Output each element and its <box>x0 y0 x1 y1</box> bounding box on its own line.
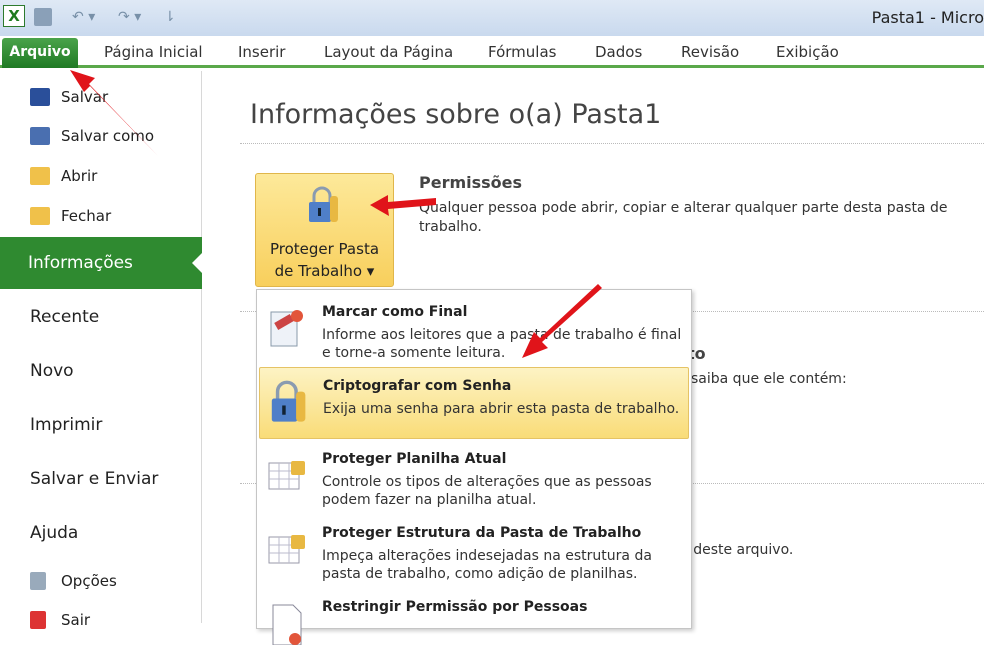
lock-key-icon <box>271 380 306 422</box>
tab-inserir[interactable]: Inserir <box>238 43 285 61</box>
menu-item-title: Criptografar com Senha <box>323 378 512 394</box>
menu-salvar[interactable]: Salvar <box>61 88 108 106</box>
chevron-down-icon: ▾ <box>134 9 142 25</box>
protect-dropdown-menu: Marcar como Final Informe aos leitores q… <box>256 289 692 645</box>
save-icon <box>30 88 50 106</box>
permissions-title: Permissões <box>419 173 523 192</box>
tab-revisao[interactable]: Revisão <box>681 43 739 61</box>
backstage-sidebar: Salvar Salvar como Abrir Fechar Informaç… <box>0 71 202 629</box>
menu-item-desc: Controle os tipos de alterações que as p… <box>322 474 652 508</box>
tab-pagina-inicial[interactable]: Página Inicial <box>104 43 203 61</box>
menu-item-proteger-estrutura[interactable]: Proteger Estrutura da Pasta de Trabalho … <box>259 515 689 587</box>
menu-novo[interactable]: Novo <box>30 361 74 381</box>
mark-final-icon <box>270 310 303 347</box>
menu-salvar-como[interactable]: Salvar como <box>61 127 154 145</box>
permissions-text: Qualquer pessoa pode abrir, copiar e alt… <box>419 200 948 235</box>
menu-abrir[interactable]: Abrir <box>61 167 97 185</box>
options-icon <box>30 572 46 590</box>
menu-item-desc: Exija uma senha para abrir esta pasta de… <box>323 401 680 417</box>
page-title: Informações sobre o(a) Pasta1 <box>250 99 662 130</box>
divider <box>240 143 984 144</box>
sheet-lock-icon <box>268 461 305 490</box>
protect-workbook-button[interactable]: Proteger Pasta de Trabalho ▾ <box>255 173 394 287</box>
tab-exibicao[interactable]: Exibição <box>776 43 839 61</box>
undo-icon: ↶ <box>72 9 84 25</box>
workbook-lock-icon <box>268 535 305 564</box>
save-as-icon <box>30 127 50 145</box>
menu-item-desc: Informe aos leitores que a pasta de trab… <box>322 327 682 361</box>
menu-item-desc: Impeça alterações indesejadas na estrutu… <box>322 548 652 582</box>
menu-opcoes[interactable]: Opções <box>61 572 117 590</box>
protect-label-1: Proteger Pasta <box>269 240 380 258</box>
tab-dados[interactable]: Dados <box>595 43 642 61</box>
menu-informacoes[interactable]: Informações <box>0 237 202 289</box>
menu-item-marcar-final[interactable]: Marcar como Final Informe aos leitores q… <box>259 294 689 366</box>
menu-item-title: Proteger Estrutura da Pasta de Trabalho <box>322 525 642 541</box>
customize-icon: ⇂ <box>164 9 176 25</box>
menu-recente[interactable]: Recente <box>30 307 99 327</box>
menu-salvar-enviar[interactable]: Salvar e Enviar <box>30 469 158 489</box>
section-text-fragment: saiba que ele contém: <box>691 371 847 387</box>
save-icon[interactable] <box>34 6 52 28</box>
ribbon-tabs: Arquivo Página Inicial Inserir Layout da… <box>0 36 984 68</box>
menu-sair[interactable]: Sair <box>61 611 90 629</box>
redo-button[interactable]: ↷ ▾ <box>118 6 141 28</box>
menu-item-title: Proteger Planilha Atual <box>322 451 507 467</box>
lock-key-icon <box>309 186 338 222</box>
customize-qat-button[interactable]: ⇂ <box>164 6 176 28</box>
exit-icon <box>30 611 46 629</box>
menu-item-restringir[interactable]: Restringir Permissão por Pessoas <box>259 589 689 661</box>
open-folder-icon <box>30 167 50 185</box>
menu-ajuda[interactable]: Ajuda <box>30 523 78 543</box>
chevron-down-icon: ▾ <box>88 9 96 25</box>
menu-item-criptografar[interactable]: Criptografar com Senha Exija uma senha p… <box>259 367 689 439</box>
redo-icon: ↷ <box>118 9 130 25</box>
menu-item-proteger-planilha[interactable]: Proteger Planilha Atual Controle os tipo… <box>259 441 689 513</box>
menu-imprimir[interactable]: Imprimir <box>30 415 102 435</box>
title-bar: X ↶ ▾ ↷ ▾ ⇂ Pasta1 - Micro <box>0 0 984 36</box>
menu-item-title: Marcar como Final <box>322 304 468 320</box>
window-title: Pasta1 - Micro <box>871 8 984 27</box>
excel-icon[interactable]: X <box>3 5 25 27</box>
undo-button[interactable]: ↶ ▾ <box>72 6 95 28</box>
menu-fechar[interactable]: Fechar <box>61 207 111 225</box>
tab-formulas[interactable]: Fórmulas <box>488 43 556 61</box>
tab-arquivo[interactable]: Arquivo <box>2 38 78 68</box>
section-text-fragment: r deste arquivo. <box>683 542 794 558</box>
restrict-permission-icon <box>272 604 302 645</box>
menu-item-title: Restringir Permissão por Pessoas <box>322 599 588 615</box>
close-folder-icon <box>30 207 50 225</box>
protect-label-2: de Trabalho ▾ <box>274 262 375 280</box>
tab-layout[interactable]: Layout da Página <box>324 43 453 61</box>
